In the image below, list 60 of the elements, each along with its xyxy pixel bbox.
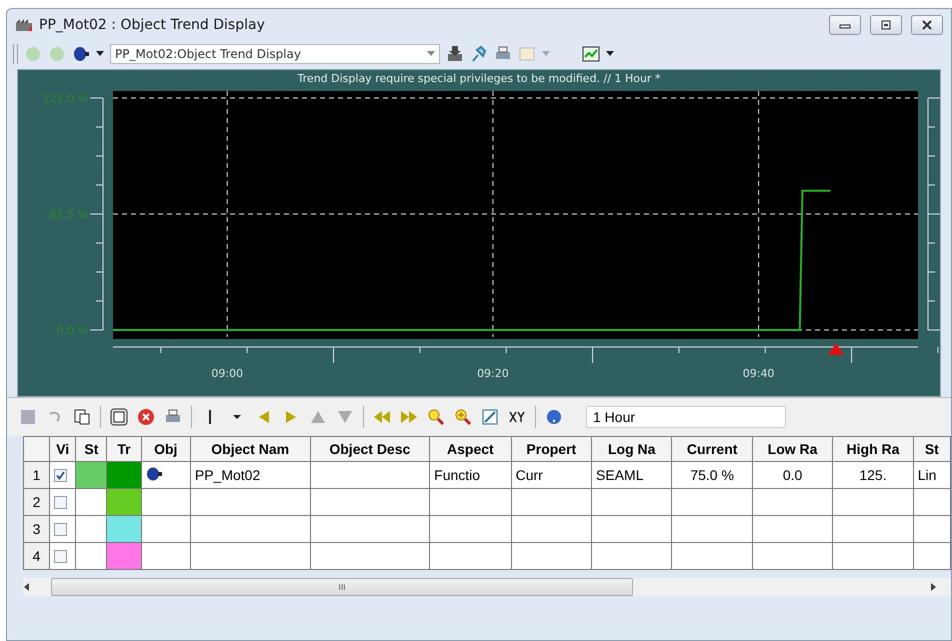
scroll-left-icon[interactable] xyxy=(23,583,31,591)
column-header[interactable]: Current xyxy=(672,436,752,462)
column-header[interactable]: Log Na xyxy=(592,436,672,462)
object-icon[interactable] xyxy=(72,45,90,63)
column-header[interactable]: St xyxy=(913,436,950,462)
minimize-button[interactable] xyxy=(829,15,861,35)
column-header[interactable]: Object Desc xyxy=(310,436,430,462)
chart-edit-icon[interactable] xyxy=(481,408,499,426)
visible-checkbox[interactable] xyxy=(54,496,68,508)
table-cell: Functio xyxy=(430,462,512,488)
table-cell: PP_Mot02 xyxy=(190,462,310,488)
display-select[interactable]: PP_Mot02:Object Trend Display xyxy=(110,44,440,64)
x-tick-label: 09:40 xyxy=(742,367,774,380)
visible-checkbox[interactable] xyxy=(54,468,68,482)
trend-message: Trend Display require special privileges to be modified. // 1 Hour * xyxy=(298,72,660,85)
column-header[interactable]: Low Ra xyxy=(752,436,833,462)
column-header[interactable]: Propert xyxy=(511,436,592,462)
table-cell: Lin xyxy=(913,462,950,488)
close-button[interactable] xyxy=(911,15,943,35)
table-cell: 125. xyxy=(832,462,914,488)
table-cell: SEAML xyxy=(592,462,672,488)
column-header[interactable]: Object Nam xyxy=(190,436,310,462)
visible-checkbox[interactable] xyxy=(54,550,68,562)
restore-icon xyxy=(880,20,892,30)
close-icon xyxy=(921,20,933,30)
download-icon[interactable] xyxy=(446,45,464,63)
column-header[interactable]: Obj xyxy=(141,436,190,462)
factory-icon xyxy=(15,18,33,32)
pin-icon[interactable] xyxy=(470,45,488,63)
caret-icon[interactable] xyxy=(96,51,104,57)
scroll-right-icon[interactable] xyxy=(929,583,937,591)
properties-icon[interactable] xyxy=(110,408,128,426)
column-header[interactable]: Tr xyxy=(106,436,142,462)
zoom-in-icon[interactable] xyxy=(454,408,472,426)
visible-checkbox[interactable] xyxy=(54,522,68,536)
window-title: PP_Mot02 : Object Trend Display xyxy=(39,17,266,33)
time-cursor-icon[interactable] xyxy=(828,343,844,355)
column-header[interactable]: Aspect xyxy=(430,436,512,462)
row-number: 2 xyxy=(24,488,50,516)
column-header[interactable]: Vi xyxy=(50,436,76,462)
trend-chart-icon[interactable] xyxy=(582,45,600,63)
delete-icon[interactable] xyxy=(137,408,155,426)
row-number: 1 xyxy=(24,462,50,488)
zoom-out-icon[interactable] xyxy=(427,408,445,426)
table-cell: Curr xyxy=(511,462,592,488)
scrollbar-thumb[interactable]: III xyxy=(51,578,633,596)
row-number: 4 xyxy=(24,542,50,570)
horizontal-scrollbar[interactable]: III xyxy=(23,578,951,596)
copy-icon[interactable] xyxy=(73,408,91,426)
restore-button[interactable] xyxy=(870,15,902,35)
column-header[interactable]: High Ra xyxy=(832,436,914,462)
x-tick-label: 09:00 xyxy=(211,367,244,380)
caret-icon xyxy=(427,51,435,57)
column-header[interactable]: St xyxy=(76,436,107,462)
row-number: 3 xyxy=(24,516,50,542)
table-cell: 75.0 % xyxy=(672,462,752,488)
caret-icon[interactable] xyxy=(606,51,614,57)
x-tick-label: 09:20 xyxy=(477,367,509,380)
time-range-field[interactable]: 1 Hour xyxy=(586,406,786,428)
table-cell: 0.0 xyxy=(752,462,833,488)
